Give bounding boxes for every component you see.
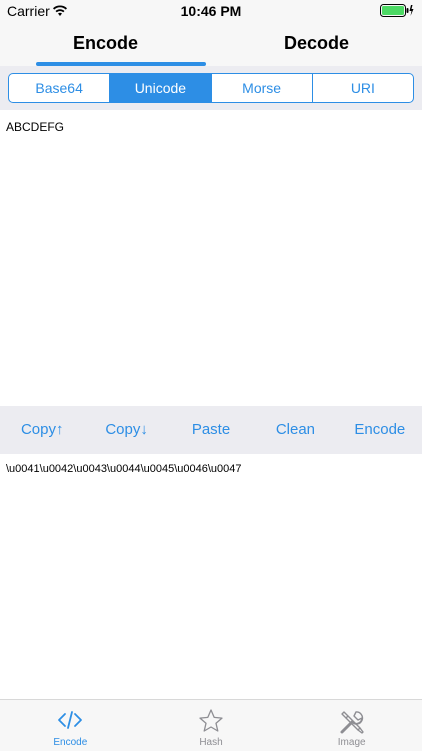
clean-button[interactable]: Clean — [253, 406, 337, 454]
tab-bar-image[interactable]: Image — [281, 700, 422, 751]
clock-label: 10:46 PM — [180, 3, 242, 19]
tab-bar-image-label: Image — [337, 737, 366, 748]
input-text: ABCDEFG — [6, 120, 65, 134]
tab-bar-hash[interactable]: Hash — [141, 700, 282, 751]
segment-base64[interactable]: Base64 — [9, 74, 111, 102]
segment-unicode[interactable]: Unicode — [110, 74, 212, 102]
input-text-area[interactable]: ABCDEFG — [0, 110, 422, 406]
segment-morse[interactable]: Morse — [212, 74, 313, 102]
action-bar: Copy↑ Copy↓ Paste Clean Encode — [0, 406, 422, 454]
encoding-selector-bar: Base64 Unicode Morse URI — [0, 66, 422, 110]
output-text-area[interactable]: \u0041\u0042\u0043\u0044\u0045\u0046\u00… — [0, 454, 422, 699]
tab-bar-encode-label: Encode — [53, 737, 88, 748]
paste-button[interactable]: Paste — [169, 406, 253, 454]
tab-encode[interactable]: Encode — [0, 22, 211, 66]
encoding-segmented-control: Base64 Unicode Morse URI — [8, 73, 414, 103]
status-bar: Carrier 10:46 PM — [0, 0, 422, 22]
battery-icon — [380, 4, 414, 22]
segment-uri[interactable]: URI — [313, 74, 413, 102]
code-icon — [56, 708, 84, 737]
copy-output-button[interactable]: Copy↓ — [84, 406, 168, 454]
bottom-tab-bar: Encode Hash Image — [0, 699, 422, 751]
encode-button[interactable]: Encode — [338, 406, 422, 454]
copy-input-button[interactable]: Copy↑ — [0, 406, 84, 454]
tab-decode[interactable]: Decode — [211, 22, 422, 66]
star-icon — [198, 708, 224, 739]
mode-tabs: Encode Decode — [0, 22, 422, 66]
tab-bar-encode[interactable]: Encode — [0, 700, 141, 751]
tab-bar-hash-label: Hash — [199, 737, 223, 748]
output-text: \u0041\u0042\u0043\u0044\u0045\u0046\u00… — [6, 463, 242, 475]
